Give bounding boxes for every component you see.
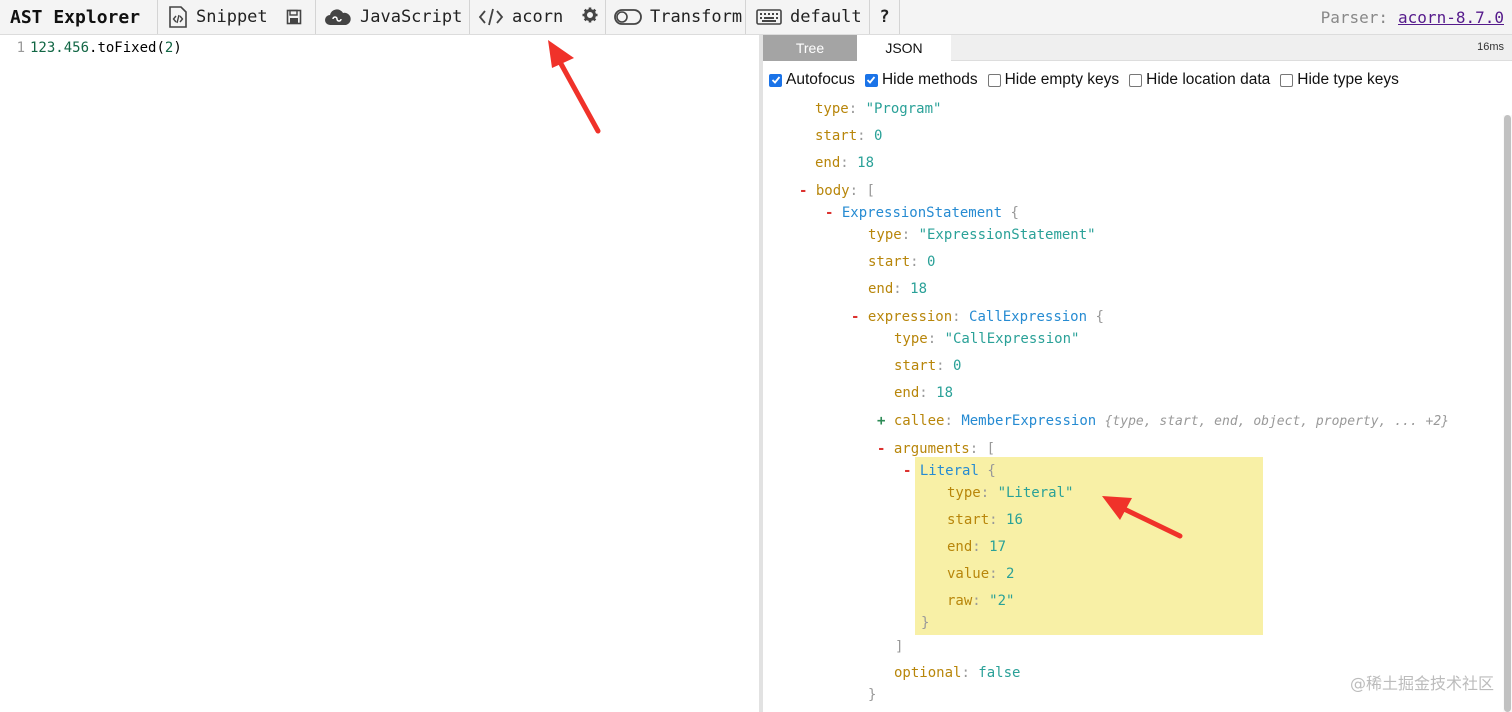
tab-json[interactable]: JSON (857, 35, 951, 61)
output-panel: Tree JSON 16ms Autofocus Hide methods Hi… (763, 35, 1512, 712)
option-hide-methods[interactable]: Hide methods (864, 71, 978, 89)
save-button[interactable] (286, 0, 316, 34)
transform-toggle[interactable]: Transform (606, 0, 746, 34)
toggle-icon (614, 8, 642, 26)
language-selector[interactable]: JavaScript (316, 0, 470, 34)
hide-empty-keys-checkbox[interactable] (987, 73, 1001, 87)
autofocus-checkbox[interactable] (769, 73, 782, 87)
output-tabs: Tree JSON 16ms (763, 35, 1512, 61)
option-hide-type-keys[interactable]: Hide type keys (1280, 71, 1399, 89)
cloud-icon (324, 7, 352, 27)
parser-version-link[interactable]: acorn-8.7.0 (1398, 8, 1504, 27)
code-number: 123.456 (30, 40, 90, 56)
collapse-icon[interactable]: - (851, 309, 859, 325)
tree-row-literal[interactable]: - Literal { (903, 463, 996, 479)
code-icon (478, 7, 504, 27)
hide-methods-checkbox[interactable] (864, 73, 878, 87)
arguments-close-bracket: ] (895, 639, 904, 655)
collapse-icon[interactable]: - (877, 441, 885, 457)
ast-tree: type: "Program" start: 0 end: 18 - body:… (763, 95, 1512, 712)
tree-row: end: 18 (815, 155, 875, 171)
tree-row: end: 17 (947, 539, 1007, 555)
expand-icon[interactable]: + (877, 413, 885, 429)
tree-row-arguments[interactable]: - arguments: [ (877, 441, 995, 457)
tree-row: optional: false (894, 665, 1021, 681)
tree-row: start: 0 (894, 358, 962, 374)
autofocus-label: Autofocus (786, 71, 855, 88)
tree-row: type: "Literal" (947, 485, 1074, 501)
file-code-icon (168, 6, 188, 28)
tree-row-body[interactable]: - body: [ (799, 183, 875, 199)
tree-scrollbar[interactable] (1503, 115, 1512, 712)
transform-label: Transform (650, 7, 743, 27)
tree-row-expression-statement[interactable]: - ExpressionStatement { (825, 205, 1019, 221)
hide-type-keys-checkbox[interactable] (1280, 73, 1294, 87)
language-label: JavaScript (360, 7, 463, 27)
option-hide-location-data[interactable]: Hide location data (1129, 71, 1270, 89)
keyboard-icon (756, 9, 782, 25)
keymap-label: default (790, 7, 862, 27)
line-number: 1 (16, 40, 25, 56)
collapse-icon[interactable]: - (903, 463, 911, 479)
tree-row: start: 0 (868, 254, 936, 270)
code-line[interactable]: 1 123.456.toFixed(2) (0, 40, 182, 56)
callee-summary: {type, start, end, object, property, ...… (1104, 414, 1449, 429)
help-icon: ? (879, 7, 890, 27)
tree-row: start: 0 (815, 128, 883, 144)
code-method: .toFixed( (89, 40, 165, 56)
app-title: AST Explorer (10, 6, 141, 28)
tree-row: start: 16 (947, 512, 1023, 528)
code-editor[interactable]: 1 123.456.toFixed(2) (0, 35, 759, 712)
gear-icon (582, 7, 598, 28)
hide-location-data-label: Hide location data (1146, 71, 1271, 88)
collapse-icon[interactable]: - (825, 205, 833, 221)
brand-container: AST Explorer (0, 0, 158, 34)
parse-timing: 16ms (1477, 41, 1504, 53)
save-icon (286, 9, 302, 25)
code-content: 123.456.toFixed(2) (30, 40, 182, 56)
scrollbar-thumb[interactable] (1504, 115, 1511, 712)
expression-close-brace: } (868, 687, 877, 703)
help-button[interactable]: ? (870, 0, 900, 34)
tree-row: end: 18 (868, 281, 928, 297)
tree-row-callee[interactable]: + callee: MemberExpression {type, start,… (877, 413, 1449, 429)
tree-row: raw: "2" (947, 593, 1015, 609)
tree-row-expression[interactable]: - expression: CallExpression { (851, 309, 1104, 325)
tree-row: type: "Program" (815, 101, 942, 117)
tree-row: value: 2 (947, 566, 1015, 582)
collapse-icon[interactable]: - (799, 183, 807, 199)
option-hide-empty-keys[interactable]: Hide empty keys (987, 71, 1120, 89)
code-close-paren: ) (173, 40, 182, 56)
hide-empty-keys-label: Hide empty keys (1004, 71, 1120, 88)
option-autofocus[interactable]: Autofocus (769, 71, 855, 89)
hide-methods-label: Hide methods (881, 71, 978, 88)
parser-selector[interactable]: acorn (470, 0, 563, 34)
parser-settings-button[interactable] (574, 0, 606, 34)
snippet-label: Snippet (196, 7, 268, 27)
tree-options: Autofocus Hide methods Hide empty keys H… (769, 69, 1409, 91)
parser-prefix: Parser: (1320, 7, 1389, 27)
watermark: @稀土掘金技术社区 (1349, 674, 1494, 693)
parser-label: acorn (512, 7, 564, 27)
tree-row: type: "CallExpression" (894, 331, 1080, 347)
literal-close-brace: } (921, 615, 930, 631)
snippet-button[interactable]: Snippet (158, 0, 268, 34)
hide-type-keys-label: Hide type keys (1297, 71, 1399, 88)
tab-tree[interactable]: Tree (763, 35, 857, 61)
hide-location-data-checkbox[interactable] (1129, 73, 1143, 87)
toolbar: AST Explorer Snippet JavaScript acorn Tr… (0, 0, 1512, 35)
keymap-selector[interactable]: default (746, 0, 870, 34)
tree-row: end: 18 (894, 385, 954, 401)
parser-info: Parser: acorn-8.7.0 (1321, 0, 1504, 34)
tree-row: type: "ExpressionStatement" (868, 227, 1096, 243)
